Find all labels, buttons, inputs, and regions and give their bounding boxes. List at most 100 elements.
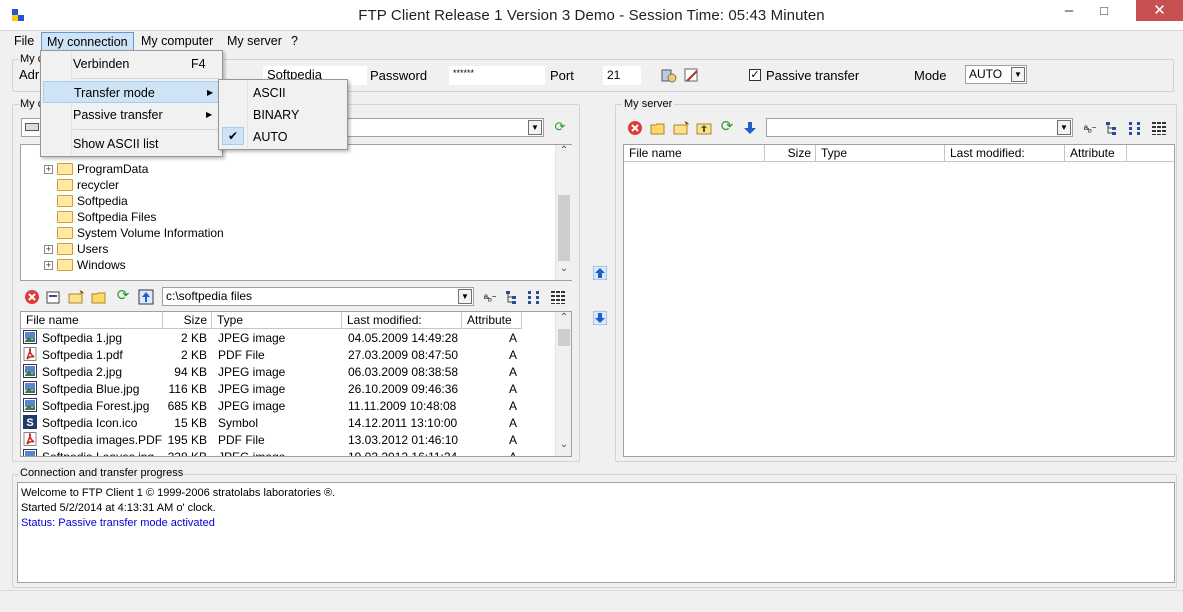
list-view-icon[interactable] <box>527 289 543 305</box>
tree-item[interactable]: + ProgramData <box>44 161 148 177</box>
sort-icon[interactable]: ab− <box>482 289 498 305</box>
scroll-up-arrow[interactable]: ⌃ <box>556 312 571 329</box>
pdf-icon <box>23 347 37 361</box>
server-delete-icon[interactable] <box>627 120 643 136</box>
col-type[interactable]: Type <box>212 312 342 329</box>
menu-item-transfer-mode[interactable]: Transfer mode ▶ <box>43 81 220 103</box>
menu-item-auto-label: AUTO <box>253 130 288 144</box>
refresh-local-icon[interactable]: ⟳ <box>115 288 131 304</box>
minimize-button[interactable]: – <box>1055 0 1083 22</box>
server-file-list[interactable]: File name Size Type Last modified: Attri… <box>623 144 1175 457</box>
folder-tree[interactable]: ⌃ ⌄ + ProgramData recycler Softpedia Softped… <box>20 144 572 281</box>
server-sort-icon[interactable]: ab− <box>1082 120 1098 136</box>
connect-icon[interactable] <box>661 68 677 84</box>
col-file-name[interactable]: File name <box>21 312 163 329</box>
file-type-cell: JPEG image <box>218 382 286 396</box>
table-row[interactable]: Softpedia images.PDF 195 KB PDF File 13.03.… <box>21 432 555 449</box>
expand-icon[interactable]: + <box>44 165 53 175</box>
port-field[interactable]: 21 <box>603 66 641 85</box>
scroll-up-arrow[interactable]: ⌃ <box>556 145 572 162</box>
server-path-select[interactable]: ▼ <box>766 118 1073 137</box>
password-field[interactable]: ****** <box>449 66 545 85</box>
tree-item[interactable]: + Windows <box>44 257 126 273</box>
col-attribute[interactable]: Attribute <box>462 312 522 329</box>
tree-scrollbar[interactable]: ⌃ ⌄ <box>555 145 572 280</box>
table-row[interactable]: S Softpedia Icon.ico 15 KB Symbol 14.12.2011… <box>21 415 555 432</box>
close-button[interactable]: ✕ <box>1136 0 1183 21</box>
local-path-value: c:\softpedia files <box>166 289 253 303</box>
col-last-modified[interactable]: Last modified: <box>342 312 462 329</box>
server-list-view-icon[interactable] <box>1128 120 1144 136</box>
expand-icon[interactable]: + <box>44 261 53 271</box>
server-col-type[interactable]: Type <box>816 145 945 162</box>
menu-help[interactable]: ? <box>286 32 303 51</box>
menu-item-binary[interactable]: BINARY <box>221 104 345 126</box>
server-refresh-icon[interactable]: ⟳ <box>719 119 735 135</box>
server-col-attribute[interactable]: Attribute <box>1065 145 1127 162</box>
file-name-cell: Softpedia Icon.ico <box>42 416 138 430</box>
menu-item-passive-transfer[interactable]: Passive transfer ▶ <box>43 104 220 126</box>
chevron-down-icon: ▼ <box>528 120 542 135</box>
scroll-down-arrow[interactable]: ⌄ <box>556 439 571 456</box>
tree-item[interactable]: recycler <box>44 177 119 193</box>
passive-transfer-checkbox[interactable]: ✓ <box>749 69 761 81</box>
local-path-select[interactable]: c:\softpedia files ▼ <box>162 287 474 306</box>
open-folder-icon[interactable] <box>91 289 107 305</box>
server-parent-directory-icon[interactable] <box>696 120 712 136</box>
server-tree-view-icon[interactable] <box>1105 120 1121 136</box>
mode-select[interactable]: AUTO ▼ <box>965 65 1027 84</box>
properties-icon[interactable] <box>45 289 61 305</box>
server-new-folder-icon[interactable] <box>673 120 689 136</box>
menu-my-server[interactable]: My server <box>222 32 287 51</box>
file-list-scrollbar[interactable]: ⌃ ⌄ <box>555 312 571 456</box>
expand-icon[interactable]: + <box>44 245 53 255</box>
tree-scroll-thumb[interactable] <box>558 195 570 261</box>
scroll-down-arrow[interactable]: ⌄ <box>556 263 572 280</box>
delete-icon[interactable] <box>24 289 40 305</box>
table-row[interactable]: Softpedia 1.pdf 2 KB PDF File 27.03.2009 08… <box>21 347 555 364</box>
parent-directory-icon[interactable] <box>138 289 154 305</box>
col-size[interactable]: Size <box>163 312 212 329</box>
table-row[interactable]: Softpedia 2.jpg 94 KB JPEG image 06.03.2009… <box>21 364 555 381</box>
server-download-icon[interactable] <box>742 120 758 136</box>
file-name-cell: Softpedia Blue.jpg <box>42 382 140 396</box>
folder-icon <box>57 178 73 191</box>
table-row[interactable]: Softpedia Leaves.jpg 228 KB JPEG image 19.0… <box>21 449 555 457</box>
image-icon <box>23 398 37 412</box>
tree-item[interactable]: Softpedia <box>44 193 128 209</box>
server-open-folder-icon[interactable] <box>650 120 666 136</box>
menu-file[interactable]: File <box>9 32 39 51</box>
menu-item-auto[interactable]: ✔ AUTO <box>221 126 345 148</box>
details-view-icon[interactable] <box>550 289 566 305</box>
tree-view-icon[interactable] <box>505 289 521 305</box>
tree-item[interactable]: Softpedia Files <box>44 209 156 225</box>
table-row[interactable]: Softpedia Blue.jpg 116 KB JPEG image 26.10.… <box>21 381 555 398</box>
tree-item[interactable]: + Users <box>44 241 108 257</box>
download-arrow-icon[interactable] <box>592 310 608 327</box>
new-folder-icon[interactable] <box>68 289 84 305</box>
table-row[interactable]: Softpedia Forest.jpg 685 KB JPEG image 11.1… <box>21 398 555 415</box>
local-file-list[interactable]: File name Size Type Last modified: Attri… <box>20 311 572 457</box>
upload-arrow-icon[interactable] <box>592 265 608 282</box>
server-col-last-modified[interactable]: Last modified: <box>945 145 1065 162</box>
minimize-icon: – <box>1064 2 1074 19</box>
my-connection-menu: Verbinden F4 Transfer mode ▶ Passive tra… <box>40 50 223 157</box>
table-row[interactable]: Softpedia 1.jpg 2 KB JPEG image 04.05.2009 … <box>21 330 555 347</box>
file-modified-cell: 26.10.2009 09:46:36 <box>348 382 459 396</box>
server-details-view-icon[interactable] <box>1151 120 1167 136</box>
disconnect-icon[interactable] <box>684 68 700 84</box>
server-col-file-name[interactable]: File name <box>624 145 765 162</box>
menu-my-computer[interactable]: My computer <box>136 32 218 51</box>
server-col-size[interactable]: Size <box>765 145 816 162</box>
progress-log[interactable]: Welcome to FTP Client 1 © 1999-2006 stra… <box>17 482 1175 583</box>
menu-item-verbinden[interactable]: Verbinden F4 <box>43 53 220 75</box>
menu-item-ascii[interactable]: ASCII <box>221 82 345 104</box>
file-size-cell: 228 KB <box>167 450 207 457</box>
tree-item[interactable]: System Volume Information <box>44 225 224 241</box>
refresh-icon[interactable]: ⟳ <box>552 119 568 135</box>
maximize-button[interactable]: □ <box>1090 0 1118 22</box>
menu-item-show-ascii-list[interactable]: Show ASCII list <box>43 133 220 155</box>
file-modified-cell: 11.11.2009 10:48:08 <box>348 399 457 413</box>
menu-my-connection[interactable]: My connection <box>41 32 134 51</box>
file-list-scroll-thumb[interactable] <box>558 329 570 346</box>
